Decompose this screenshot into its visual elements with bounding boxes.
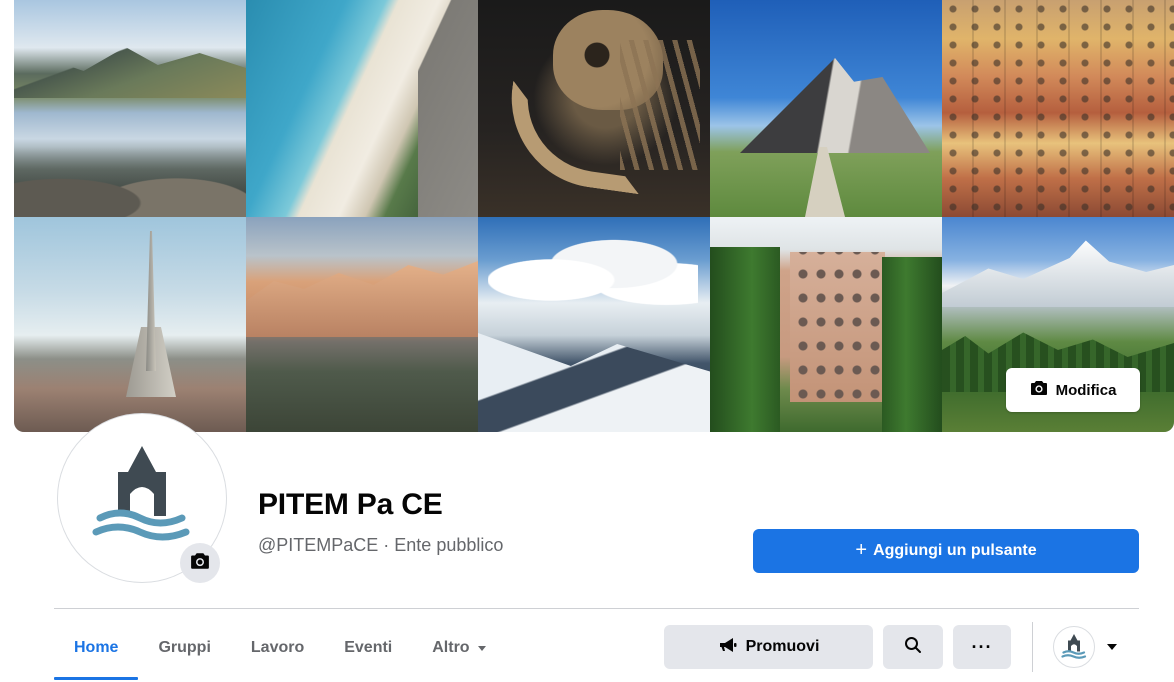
promote-label: Promuovi [745, 638, 820, 655]
tab-groups[interactable]: Gruppi [138, 618, 230, 678]
tab-label: Eventi [344, 639, 393, 656]
pitem-logo [92, 446, 190, 541]
add-button-button[interactable]: + Aggiungi un pulsante [753, 529, 1139, 573]
promote-button[interactable]: Promuovi [664, 625, 873, 669]
actions-divider [1032, 622, 1033, 672]
update-profile-photo-button[interactable] [180, 543, 220, 583]
tab-jobs[interactable]: Lavoro [231, 618, 324, 678]
add-button-label: Aggiungi un pulsante [873, 542, 1037, 559]
tab-label: Lavoro [250, 639, 305, 656]
rocky-peak-trail-photo [710, 0, 942, 217]
tab-events[interactable]: Eventi [324, 618, 412, 678]
mammoth-skeleton-photo [478, 0, 710, 217]
tab-label: Home [74, 639, 119, 656]
cover-photo[interactable] [14, 0, 1174, 432]
tab-home[interactable]: Home [54, 618, 139, 680]
edit-cover-label: Modifica [1055, 381, 1117, 399]
sunlit-cliff-photo [246, 217, 478, 432]
tab-more[interactable]: Altro [412, 618, 505, 678]
mole-antonelliana-photo [14, 217, 246, 432]
snowy-mountains-clouds-photo [478, 217, 710, 432]
search-button[interactable] [883, 625, 943, 669]
section-divider [54, 608, 1139, 609]
chevron-down-icon [477, 645, 486, 651]
search-icon [904, 636, 922, 659]
avatar [1053, 626, 1095, 668]
camera-icon [1030, 380, 1048, 400]
page-title: PITEM Pa CE [258, 488, 443, 521]
page-subtitle: @PITEMPaCE · Ente pubblico [258, 535, 504, 555]
palace-garden-photo [710, 217, 942, 432]
mountain-lake-photo [14, 0, 246, 217]
plus-icon: + [855, 538, 868, 561]
page-tabs: Home Gruppi Lavoro Eventi Altro [54, 618, 506, 682]
cover-collage [14, 0, 1174, 432]
megaphone-icon [718, 637, 738, 658]
tab-label: Altro [432, 639, 470, 656]
more-icon: ··· [971, 636, 993, 657]
camera-icon [190, 552, 210, 575]
more-options-button[interactable]: ··· [953, 625, 1011, 669]
tab-label: Gruppi [158, 639, 211, 656]
edit-cover-button[interactable]: Modifica [1006, 368, 1140, 412]
profile-switcher-button[interactable] [1053, 626, 1125, 668]
colorful-houses-photo [942, 0, 1174, 217]
chevron-down-icon [1107, 644, 1117, 650]
coastline-beach-photo [246, 0, 478, 217]
